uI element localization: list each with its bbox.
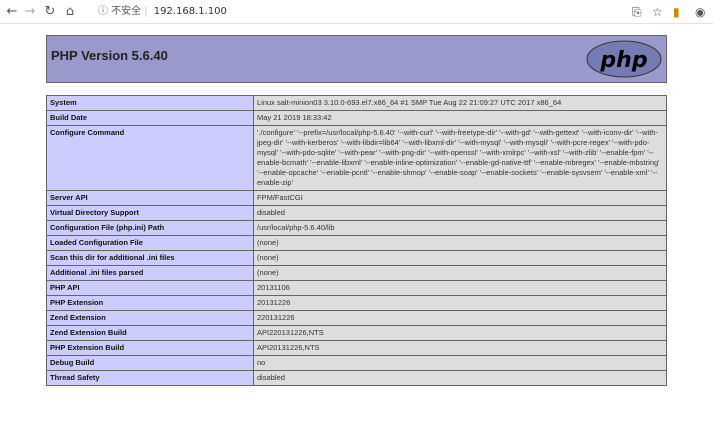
row-label: Debug Build xyxy=(46,355,254,371)
row-label: Build Date xyxy=(46,110,254,126)
table-row: Scan this dir for additional .ini files(… xyxy=(46,250,667,266)
row-label: Zend Extension Build xyxy=(46,325,254,341)
php-version-header: PHP Version 5.6.40 php xyxy=(46,35,667,83)
profile-icon[interactable]: ◉ xyxy=(695,3,705,21)
star-icon[interactable]: ☆ xyxy=(652,3,663,21)
row-value: 20131106 xyxy=(253,280,667,296)
row-label: Zend Extension xyxy=(46,310,254,326)
row-value: (none) xyxy=(253,265,667,281)
arrow-right-icon[interactable]: → xyxy=(22,3,38,21)
address-separator: | xyxy=(144,6,148,17)
arrow-left-icon[interactable]: ← xyxy=(4,3,20,21)
row-value: 220131226 xyxy=(253,310,667,326)
row-label: Thread Safety xyxy=(46,370,254,386)
row-value: './configure' '--prefix=/usr/local/php-5… xyxy=(253,125,667,191)
insecure-label: 不安全 xyxy=(111,6,142,17)
row-label: Scan this dir for additional .ini files xyxy=(46,250,254,266)
row-label: Configuration File (php.ini) Path xyxy=(46,220,254,236)
row-value: May 21 2019 18:33:42 xyxy=(253,110,667,126)
php-logo: php xyxy=(586,40,662,78)
row-value: no xyxy=(253,355,667,371)
row-value: (none) xyxy=(253,235,667,251)
row-label: Server API xyxy=(46,190,254,206)
table-row: Virtual Directory Support disabled xyxy=(46,205,667,221)
address-bar[interactable]: ⓘ 不安全 | 192.168.1.100 xyxy=(98,3,598,21)
table-row: Zend Extension 220131226 xyxy=(46,310,667,326)
row-value: (none) xyxy=(253,250,667,266)
php-logo-text: php xyxy=(599,48,647,73)
row-value: Linux salt-minion03 3.10.0-693.el7.x86_6… xyxy=(253,95,667,111)
row-label: Virtual Directory Support xyxy=(46,205,254,221)
info-icon[interactable]: ⓘ xyxy=(98,6,108,17)
table-row: System Linux salt-minion03 3.10.0-693.el7… xyxy=(46,95,667,111)
row-label: PHP Extension xyxy=(46,295,254,311)
row-value: 20131226 xyxy=(253,295,667,311)
table-row: Configure Command './configure' '--prefix… xyxy=(46,125,667,191)
row-label: System xyxy=(46,95,254,111)
row-label: PHP Extension Build xyxy=(46,340,254,356)
url-text[interactable]: 192.168.1.100 xyxy=(154,6,227,17)
phpinfo-page: PHP Version 5.6.40 php System Linux salt-… xyxy=(46,35,667,386)
php-info-table: System Linux salt-minion03 3.10.0-693.el7… xyxy=(46,95,667,386)
row-value: API220131226,NTS xyxy=(253,325,667,341)
row-value: FPM/FastCGI xyxy=(253,190,667,206)
table-row: Zend Extension Build API220131226,NTS xyxy=(46,325,667,341)
reload-icon[interactable]: ↻ xyxy=(42,3,58,21)
row-value: /usr/local/php-5.6.40/lib xyxy=(253,220,667,236)
row-value: API20131226,NTS xyxy=(253,340,667,356)
page-title: PHP Version 5.6.40 xyxy=(51,48,168,63)
row-label: PHP API xyxy=(46,280,254,296)
table-row: Build Date May 21 2019 18:33:42 xyxy=(46,110,667,126)
table-row: Server API FPM/FastCGI xyxy=(46,190,667,206)
table-row: PHP Extension Build API20131226,NTS xyxy=(46,340,667,356)
table-row: Additional .ini files parsed (none) xyxy=(46,265,667,281)
table-row: Debug Build no xyxy=(46,355,667,371)
home-icon[interactable]: ⌂ xyxy=(62,3,78,21)
table-row: PHP API 20131106 xyxy=(46,280,667,296)
row-label: Additional .ini files parsed xyxy=(46,265,254,281)
row-value: disabled xyxy=(253,205,667,221)
row-label: Loaded Configuration File xyxy=(46,235,254,251)
extension-icon[interactable]: ▮ xyxy=(673,3,680,21)
table-row: Thread Safety disabled xyxy=(46,370,667,386)
row-label: Configure Command xyxy=(46,125,254,191)
table-row: Loaded Configuration File (none) xyxy=(46,235,667,251)
table-row: PHP Extension 20131226 xyxy=(46,295,667,311)
translate-icon[interactable]: ⎘ xyxy=(632,3,642,21)
browser-toolbar: ← → ↻ ⌂ ⓘ 不安全 | 192.168.1.100 ⎘ ☆ ▮ ◉ xyxy=(0,0,713,24)
row-value: disabled xyxy=(253,370,667,386)
table-row: Configuration File (php.ini) Path/usr/lo… xyxy=(46,220,667,236)
